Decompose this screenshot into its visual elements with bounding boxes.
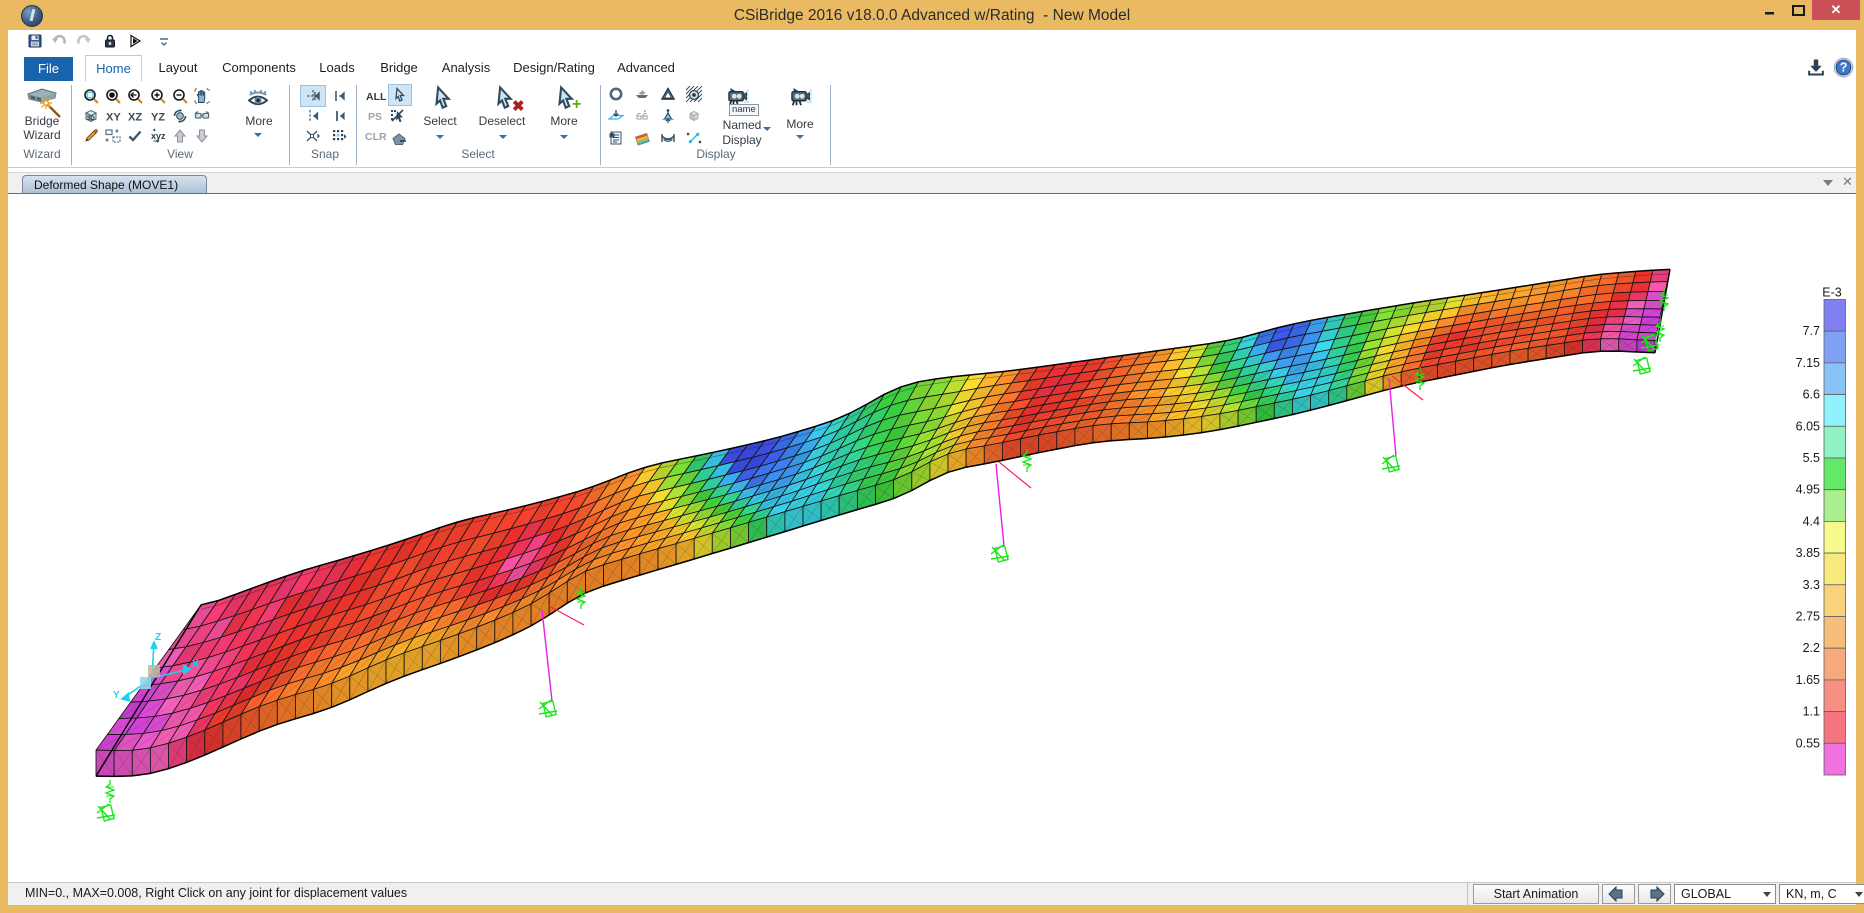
svg-text:E-3: E-3 <box>1822 286 1842 300</box>
svg-text:6.05: 6.05 <box>1796 419 1820 433</box>
svg-text:1.1: 1.1 <box>1803 705 1820 719</box>
svg-text:XZ: XZ <box>128 112 142 124</box>
svg-text:Y: Y <box>113 690 120 701</box>
svg-text:XY: XY <box>106 112 121 124</box>
svg-text:4.95: 4.95 <box>1796 483 1820 497</box>
svg-text:4.4: 4.4 <box>1803 514 1820 528</box>
svg-text:Z: Z <box>155 632 161 643</box>
svg-text:6.6: 6.6 <box>1803 388 1820 402</box>
svg-text:5.5: 5.5 <box>1803 451 1820 465</box>
svg-text:3D: 3D <box>87 116 95 122</box>
svg-text:3.85: 3.85 <box>1796 546 1820 560</box>
svg-text:xyz: xyz <box>151 131 166 141</box>
svg-text:7.7: 7.7 <box>1803 324 1820 338</box>
svg-text:1.65: 1.65 <box>1796 673 1820 687</box>
svg-text:0.55: 0.55 <box>1796 736 1820 750</box>
svg-text:YZ: YZ <box>151 112 165 124</box>
svg-text:2.2: 2.2 <box>1803 641 1820 655</box>
svg-text:2.75: 2.75 <box>1796 610 1820 624</box>
svg-text:3.3: 3.3 <box>1803 578 1820 592</box>
svg-text:?: ? <box>1840 61 1848 75</box>
svg-text:7.15: 7.15 <box>1796 356 1820 370</box>
svg-text:X: X <box>192 659 199 670</box>
